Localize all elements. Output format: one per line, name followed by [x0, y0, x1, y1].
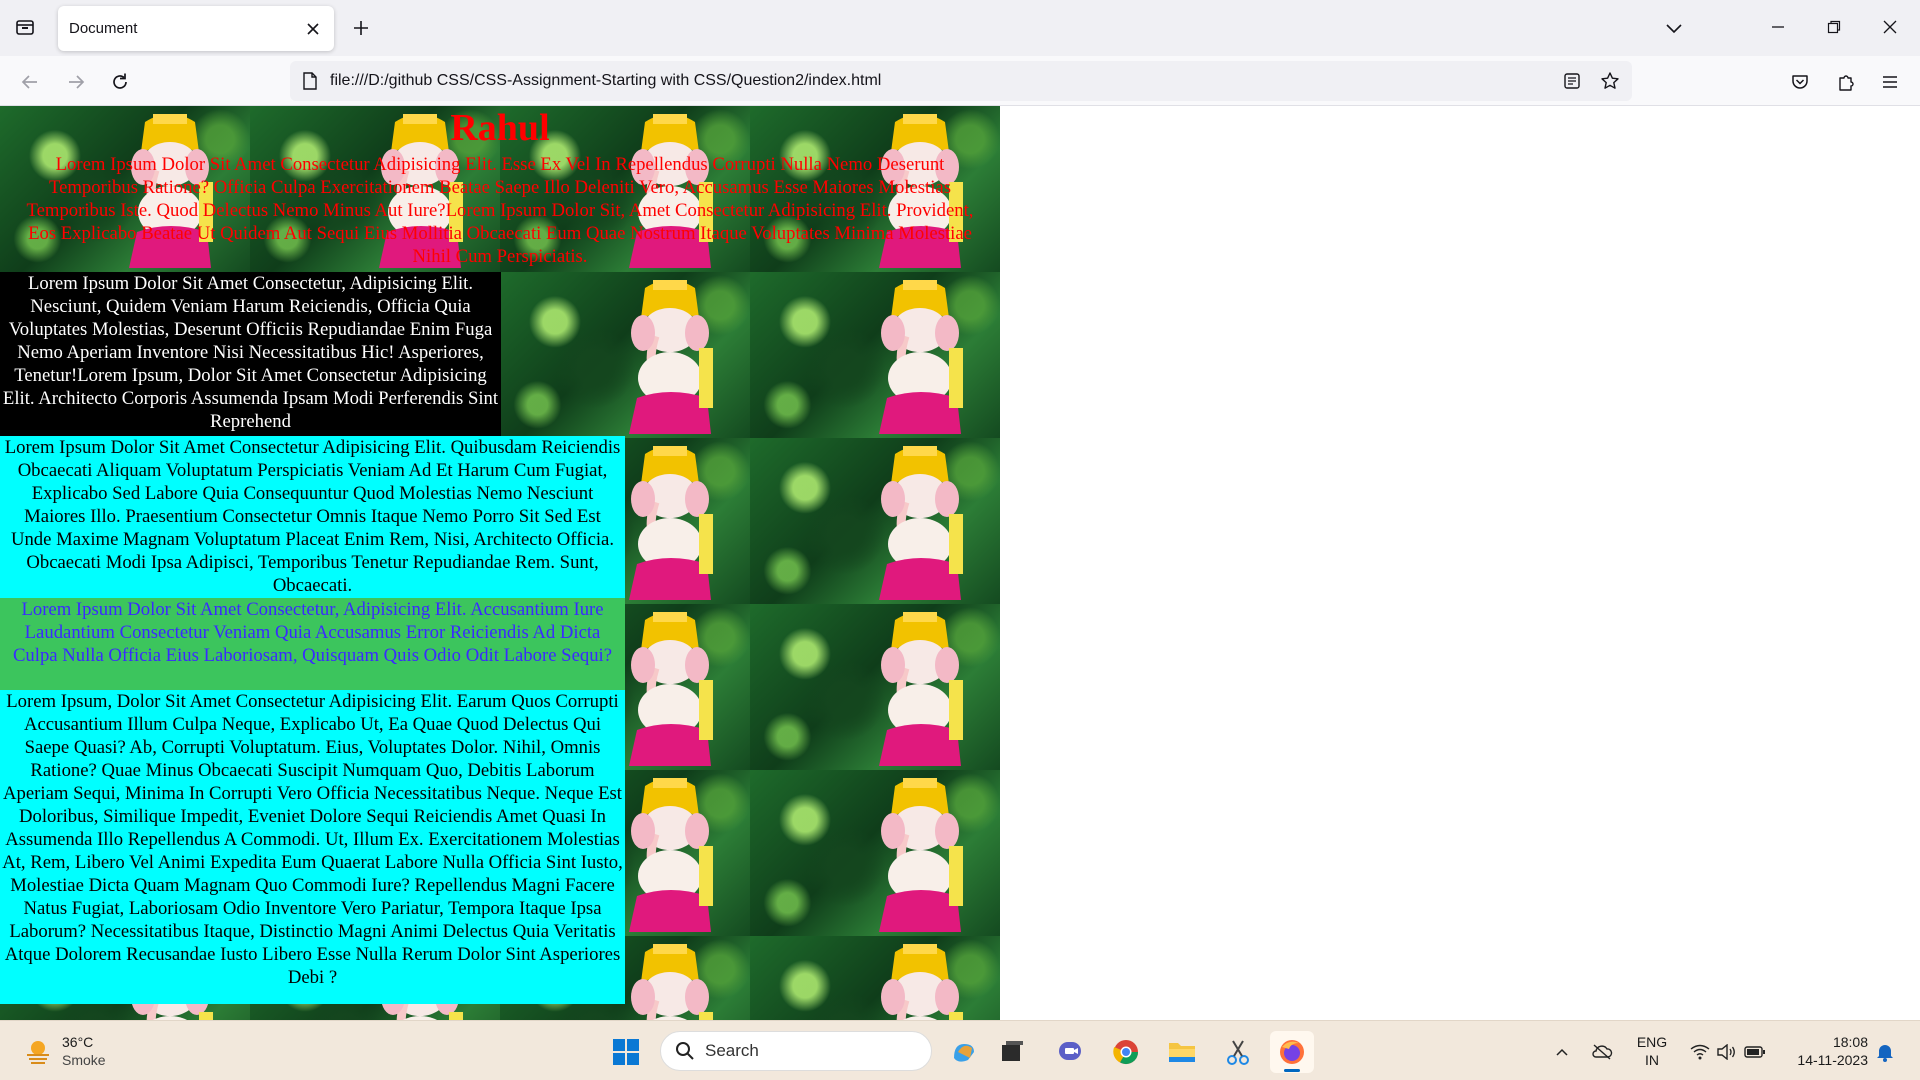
weather-widget[interactable]: 36°C Smoke: [24, 1031, 106, 1071]
background-tile: [500, 272, 750, 438]
header-section: Rahul Lorem Ipsum Dolor Sit Amet Consect…: [0, 106, 1000, 272]
active-app-indicator: [1284, 1069, 1300, 1072]
language-region: IN: [1645, 1052, 1659, 1068]
clock-time: 18:08: [1832, 1034, 1868, 1050]
star-bookmark-icon[interactable]: [1596, 67, 1624, 95]
restore-icon[interactable]: [1814, 10, 1854, 44]
copilot-icon[interactable]: [942, 1031, 986, 1073]
notification-bell-icon[interactable]: [1870, 1031, 1900, 1073]
ganesha-idol-icon: [629, 446, 713, 600]
windows-start-icon[interactable]: [604, 1031, 648, 1073]
black-box-paragraph: Lorem Ipsum Dolor Sit Amet Consectetur, …: [0, 272, 501, 436]
battery-icon[interactable]: [1740, 1031, 1770, 1073]
page-viewport: Rahul Lorem Ipsum Dolor Sit Amet Consect…: [0, 106, 1920, 1020]
ganesha-idol-icon: [879, 778, 963, 932]
volume-icon[interactable]: [1712, 1031, 1740, 1073]
url-text[interactable]: file:///D:/github CSS/CSS-Assignment-Sta…: [330, 72, 881, 90]
background-tile: [750, 936, 1000, 1020]
background-tile: [750, 770, 1000, 936]
ganesha-idol-icon: [881, 944, 963, 1020]
pocket-icon[interactable]: [1784, 66, 1816, 98]
minimize-icon[interactable]: [1758, 10, 1798, 44]
teams-chat-icon[interactable]: [1048, 1031, 1092, 1073]
back-arrow-icon[interactable]: [14, 66, 46, 98]
ganesha-idol-icon: [631, 944, 713, 1020]
ganesha-idol-icon: [879, 612, 963, 766]
page-icon: [298, 69, 322, 93]
chrome-icon[interactable]: [1104, 1031, 1148, 1073]
address-bar[interactable]: file:///D:/github CSS/CSS-Assignment-Sta…: [290, 61, 1632, 101]
file-explorer-icon[interactable]: [1160, 1031, 1204, 1073]
ganesha-idol-icon: [629, 778, 713, 932]
snipping-tool-icon[interactable]: [1216, 1031, 1260, 1073]
green-box-paragraph: Lorem Ipsum Dolor Sit Amet Consectetur, …: [0, 598, 625, 690]
window-close-icon[interactable]: [1870, 10, 1910, 44]
search-label: Search: [705, 1041, 759, 1060]
background-tile: [750, 604, 1000, 770]
taskbar-search-box[interactable]: Search: [660, 1031, 932, 1071]
close-icon[interactable]: [298, 14, 328, 44]
page-content: Rahul Lorem Ipsum Dolor Sit Amet Consect…: [0, 106, 1000, 1020]
firefox-view-icon[interactable]: [10, 10, 40, 44]
wifi-icon[interactable]: [1686, 1031, 1714, 1073]
page-heading: Rahul: [450, 107, 550, 149]
navigation-bar: file:///D:/github CSS/CSS-Assignment-Sta…: [0, 56, 1920, 106]
cyan-box-paragraph-1: Lorem Ipsum Dolor Sit Amet Consectetur A…: [0, 436, 625, 598]
input-language[interactable]: ENG IN: [1632, 1033, 1672, 1069]
weather-temperature: 36°C: [62, 1034, 94, 1050]
cyan-box-paragraph-2: Lorem Ipsum, Dolor Sit Amet Consectetur …: [0, 690, 625, 1004]
weather-description: Smoke: [62, 1052, 106, 1068]
hamburger-menu-icon[interactable]: [1874, 66, 1906, 98]
ganesha-idol-icon: [629, 612, 713, 766]
system-clock[interactable]: 18:08 14-11-2023: [1780, 1033, 1868, 1069]
onedrive-offline-icon[interactable]: [1586, 1031, 1618, 1073]
clock-date: 14-11-2023: [1797, 1052, 1868, 1068]
firefox-icon[interactable]: [1270, 1031, 1314, 1073]
tab-title: Document: [69, 20, 138, 37]
windows-taskbar: 36°C Smoke Search ENG IN 18:08 14-11-202…: [0, 1020, 1920, 1080]
language-code: ENG: [1636, 1034, 1668, 1050]
chevron-up-icon[interactable]: [1548, 1031, 1576, 1073]
tab-document[interactable]: Document: [58, 6, 334, 51]
extensions-puzzle-icon[interactable]: [1830, 66, 1862, 98]
reader-view-icon[interactable]: [1558, 67, 1586, 95]
new-tab-plus-icon[interactable]: [345, 12, 377, 44]
ganesha-idol-icon: [879, 280, 963, 434]
reload-icon[interactable]: [104, 66, 136, 98]
forward-arrow-icon[interactable]: [60, 66, 92, 98]
ganesha-idol-icon: [629, 280, 713, 434]
haze-sun-icon: [27, 1041, 49, 1064]
background-tile: [750, 272, 1000, 438]
search-icon: [676, 1042, 694, 1060]
chevron-down-icon[interactable]: [1656, 12, 1692, 44]
header-paragraph: Lorem Ipsum Dolor Sit Amet Consectetur A…: [26, 154, 974, 267]
task-view-icon[interactable]: [990, 1031, 1034, 1073]
background-tile: [750, 438, 1000, 604]
tab-bar: Document: [0, 0, 1920, 56]
ganesha-idol-icon: [879, 446, 963, 600]
